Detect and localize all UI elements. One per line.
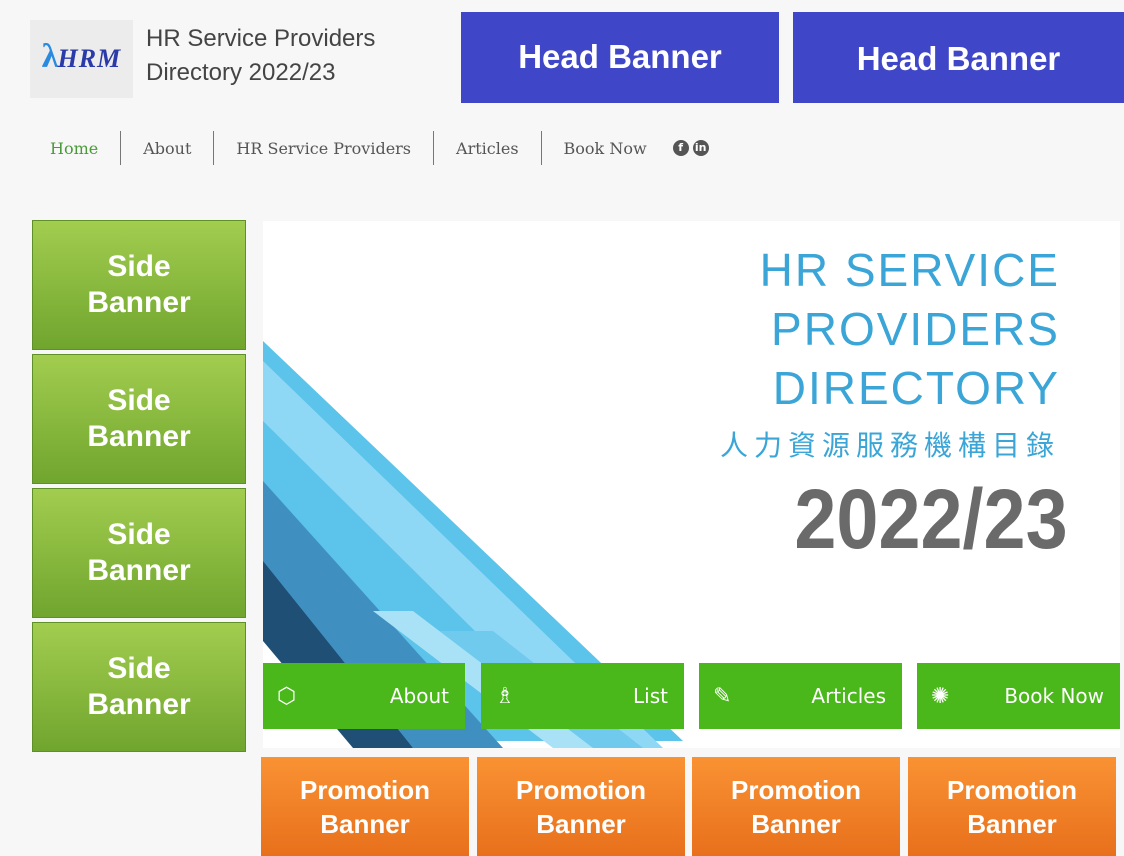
side-banner-1[interactable]: Side Banner (32, 220, 246, 350)
side-banner-line2: Banner (87, 688, 191, 721)
side-banner-line1: Side (107, 518, 171, 551)
promo-banner-3[interactable]: Promotion Banner (692, 757, 900, 856)
quick-link-label: Articles (811, 684, 886, 708)
side-banner-4[interactable]: Side Banner (32, 622, 246, 752)
lightbulb-icon: ✺ (931, 683, 950, 709)
side-banner-2[interactable]: Side Banner (32, 354, 246, 484)
quick-link-list[interactable]: ♗ List (481, 663, 684, 729)
promo-banner-line2: Banner (320, 808, 410, 839)
hero-chinese-title: 人力資源服務機構目錄 (719, 429, 1060, 462)
main-nav: Home About HR Service Providers Articles… (36, 130, 709, 166)
quick-link-label: Book Now (1004, 684, 1104, 708)
facebook-icon[interactable]: f (672, 140, 689, 156)
hero-title-line: DIRECTORY (772, 362, 1060, 414)
promo-banner-line1: Promotion (947, 774, 1077, 805)
side-banner-line2: Banner (87, 554, 191, 587)
site-title-line2: Directory 2022/23 (146, 59, 336, 86)
nav-articles[interactable]: Articles (434, 139, 541, 158)
logo[interactable]: λHRM (30, 20, 133, 98)
side-banner-line2: Banner (87, 420, 191, 453)
promo-banner-line1: Promotion (731, 774, 861, 805)
side-banner-line1: Side (107, 250, 171, 283)
pencil-icon: ✎ (713, 683, 732, 709)
promo-banner-4[interactable]: Promotion Banner (908, 757, 1116, 856)
site-title: HR Service Providers Directory 2022/23 (146, 22, 375, 90)
quick-link-label: List (633, 684, 668, 708)
hrm-logo-mark: λHRM (41, 38, 122, 75)
site-title-line1: HR Service Providers (146, 25, 376, 52)
head-banner-2[interactable]: Head Banner (793, 12, 1124, 103)
promo-banner-line2: Banner (536, 808, 626, 839)
promo-banner-line1: Promotion (300, 774, 430, 805)
nav-about[interactable]: About (121, 139, 213, 158)
hero-title: HR SERVICE PROVIDERS DIRECTORY (760, 241, 1060, 418)
chess-piece-icon: ♗ (495, 683, 515, 709)
quick-link-book-now[interactable]: ✺ Book Now (917, 663, 1120, 729)
nav-hr-service-providers[interactable]: HR Service Providers (214, 139, 433, 158)
promo-banner-line2: Banner (751, 808, 841, 839)
box-icon: ⬡ (277, 683, 297, 709)
quick-link-about[interactable]: ⬡ About (263, 663, 465, 729)
hero-year: 2022/23 (794, 472, 1068, 566)
promo-banner-line2: Banner (967, 808, 1057, 839)
hero-title-line: PROVIDERS (771, 303, 1060, 355)
quick-link-articles[interactable]: ✎ Articles (699, 663, 902, 729)
promo-banner-2[interactable]: Promotion Banner (477, 757, 685, 856)
promo-banner-line1: Promotion (516, 774, 646, 805)
side-banner-line1: Side (107, 384, 171, 417)
head-banner-1[interactable]: Head Banner (461, 12, 779, 103)
promo-banner-1[interactable]: Promotion Banner (261, 757, 469, 856)
linkedin-icon[interactable]: in (692, 140, 709, 156)
side-banner-line2: Banner (87, 286, 191, 319)
quick-link-label: About (389, 684, 449, 708)
nav-home[interactable]: Home (36, 139, 120, 158)
nav-book-now[interactable]: Book Now (542, 139, 669, 158)
side-banner-line1: Side (107, 652, 171, 685)
hero-title-line: HR SERVICE (759, 244, 1060, 296)
side-banner-3[interactable]: Side Banner (32, 488, 246, 618)
